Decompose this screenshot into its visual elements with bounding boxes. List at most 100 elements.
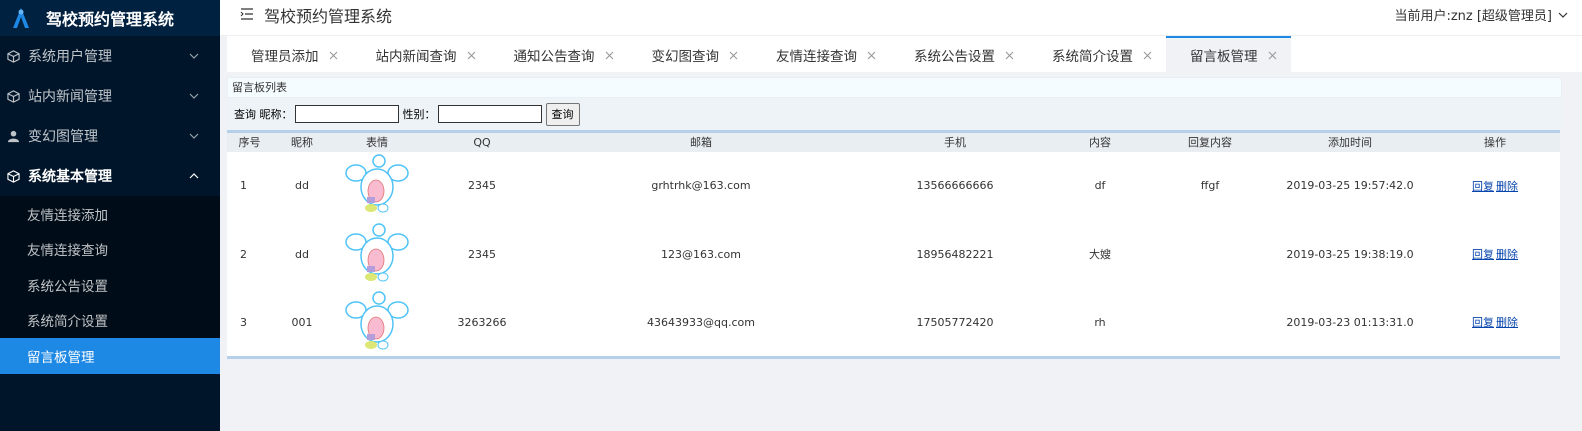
sidebar-item-guestbook[interactable]: 留言板管理 xyxy=(0,338,220,374)
cell-phone: 17505772420 xyxy=(916,315,994,329)
tab-label: 系统公告设置 xyxy=(914,49,995,65)
logo: 驾校预约管理系统 xyxy=(0,0,220,36)
nickname-input[interactable] xyxy=(294,105,399,123)
menu-label: 系统基本管理 xyxy=(28,169,112,185)
tab-guestbook[interactable]: 留言板管理 xyxy=(1166,36,1291,72)
cell-content: rh xyxy=(1094,315,1106,329)
cartoon-mouse-icon xyxy=(345,223,409,282)
sidebar-item-link-add[interactable]: 友情连接添加 xyxy=(0,196,220,232)
tab-label: 变幻图查询 xyxy=(651,49,720,65)
cell-email: grhtrhk@163.com xyxy=(651,179,751,193)
panel-title: 留言板列表 xyxy=(227,77,1562,98)
sidebar-item-link-query[interactable]: 友情连接查询 xyxy=(0,232,220,268)
logo-icon xyxy=(13,8,29,28)
user-icon xyxy=(6,129,20,143)
reply-link[interactable]: 回复 xyxy=(1472,316,1494,329)
cell-reply xyxy=(1150,220,1270,289)
tab-intro-settings[interactable]: 系统简介设置 xyxy=(1028,36,1166,72)
chevron-down-icon xyxy=(189,53,199,59)
cell-seq: 2 xyxy=(240,247,247,261)
search-prefix-label: 查询 昵称： xyxy=(234,108,293,121)
cube-icon xyxy=(6,89,20,103)
current-user-label: 当前用户:znz [超级管理员] xyxy=(1394,9,1552,24)
guestbook-table: 序号 昵称 表情 QQ 邮箱 手机 内容 回复内容 添加时间 操作 1 dd 2… xyxy=(227,130,1560,359)
submenu: 友情连接添加 友情连接查询 系统公告设置 系统简介设置 留言板管理 xyxy=(0,196,220,374)
menu-carousel[interactable]: 变幻图管理 xyxy=(0,116,220,156)
cell-email: 43643933@qq.com xyxy=(647,315,755,329)
cell-seq: 3 xyxy=(240,315,247,329)
close-icon[interactable] xyxy=(867,51,876,60)
sidebar: 驾校预约管理系统 系统用户管理 站内新闻管理 变幻图管理 系统基本管理 友情连接… xyxy=(0,0,220,431)
app-title: 驾校预约管理系统 xyxy=(46,10,175,29)
tab-carousel-query[interactable]: 变幻图查询 xyxy=(628,36,753,72)
close-icon[interactable] xyxy=(329,51,338,60)
cartoon-mouse-icon xyxy=(345,154,409,213)
tab-link-query[interactable]: 友情连接查询 xyxy=(752,36,890,72)
menu-label: 站内新闻管理 xyxy=(28,89,112,105)
cell-emoji xyxy=(332,220,422,289)
cell-reply: ffgf xyxy=(1200,179,1220,193)
tab-label: 友情连接查询 xyxy=(776,49,857,65)
cell-reply xyxy=(1150,289,1270,358)
column-header: 回复内容 xyxy=(1150,131,1270,152)
reply-link[interactable]: 回复 xyxy=(1472,180,1494,193)
close-icon[interactable] xyxy=(605,51,614,60)
sidebar-item-intro-settings[interactable]: 系统简介设置 xyxy=(0,303,220,339)
current-user-menu[interactable]: 当前用户:znz [超级管理员] xyxy=(1394,5,1568,24)
cell-emoji xyxy=(332,152,422,221)
cell-time: 2019-03-25 19:57:42.0 xyxy=(1286,179,1414,193)
tab-label: 留言板管理 xyxy=(1190,49,1258,65)
cube-icon xyxy=(6,169,20,183)
cell-email: 123@163.com xyxy=(661,247,741,261)
cell-actions: 回复 删除 xyxy=(1430,152,1560,221)
cell-time: 2019-03-23 01:13:31.0 xyxy=(1286,315,1414,329)
delete-link[interactable]: 删除 xyxy=(1496,180,1518,193)
cell-qq: 2345 xyxy=(468,179,496,193)
tab-notice-query[interactable]: 通知公告查询 xyxy=(490,36,628,72)
tab-admin-add[interactable]: 管理员添加 xyxy=(227,36,352,72)
table-row: 2 dd 2345 123@163.com 18956482221 大嫂 201… xyxy=(227,220,1560,289)
column-header: 内容 xyxy=(1050,131,1150,152)
main-content: 留言板列表 查询 昵称： 性别： 查询 序号 昵称 表情 QQ 邮箱 手机 内容… xyxy=(227,77,1562,359)
tab-news-query[interactable]: 站内新闻查询 xyxy=(352,36,490,72)
cell-content: df xyxy=(1094,179,1106,193)
column-header: QQ xyxy=(422,131,542,152)
gender-input[interactable] xyxy=(437,105,542,123)
close-icon[interactable] xyxy=(1005,51,1014,60)
sidebar-item-notice-settings[interactable]: 系统公告设置 xyxy=(0,267,220,303)
table-row: 1 dd 2345 grhtrhk@163.com 13566666666 df… xyxy=(227,152,1560,221)
tab-label: 管理员添加 xyxy=(251,49,319,65)
search-button[interactable]: 查询 xyxy=(545,102,580,126)
menu-basic-settings[interactable]: 系统基本管理 xyxy=(0,156,220,196)
reply-link[interactable]: 回复 xyxy=(1472,248,1494,261)
column-header: 手机 xyxy=(860,131,1050,152)
table-header-row: 序号 昵称 表情 QQ 邮箱 手机 内容 回复内容 添加时间 操作 xyxy=(227,131,1560,152)
column-header: 序号 xyxy=(227,131,272,152)
close-icon[interactable] xyxy=(467,51,476,60)
tab-notice-settings[interactable]: 系统公告设置 xyxy=(890,36,1028,72)
column-header: 邮箱 xyxy=(542,131,860,152)
cell-qq: 3263266 xyxy=(457,315,507,329)
cartoon-mouse-icon xyxy=(345,290,409,349)
cube-icon xyxy=(6,49,20,63)
chevron-up-icon xyxy=(189,173,199,179)
search-bar: 查询 昵称： 性别： 查询 xyxy=(227,98,1562,130)
top-header: 驾校预约管理系统 当前用户:znz [超级管理员] xyxy=(220,0,1582,36)
close-icon[interactable] xyxy=(1143,51,1152,60)
delete-link[interactable]: 删除 xyxy=(1496,248,1518,261)
tab-label: 通知公告查询 xyxy=(513,49,595,65)
close-icon[interactable] xyxy=(729,51,738,60)
menu-news[interactable]: 站内新闻管理 xyxy=(0,76,220,116)
menu-system-users[interactable]: 系统用户管理 xyxy=(0,36,220,76)
chevron-down-icon xyxy=(189,133,199,139)
close-icon[interactable] xyxy=(1268,51,1277,60)
tab-label: 站内新闻查询 xyxy=(375,49,457,65)
cell-nickname: dd xyxy=(295,179,309,193)
delete-link[interactable]: 删除 xyxy=(1496,316,1518,329)
cell-qq: 2345 xyxy=(468,247,496,261)
menu-fold-icon[interactable] xyxy=(240,7,254,21)
header-title: 驾校预约管理系统 xyxy=(264,7,393,26)
cell-phone: 13566666666 xyxy=(916,179,994,193)
column-header: 添加时间 xyxy=(1270,131,1430,152)
column-header: 操作 xyxy=(1430,131,1560,152)
